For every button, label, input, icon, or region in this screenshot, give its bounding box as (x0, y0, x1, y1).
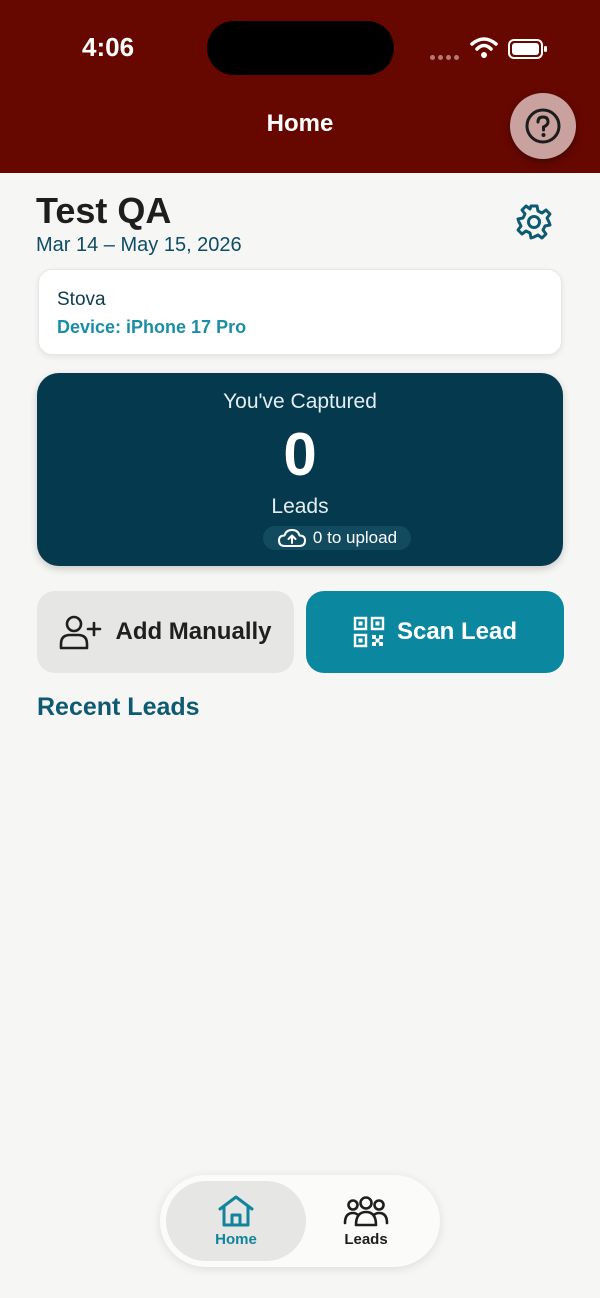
tab-leads-label: Leads (344, 1230, 388, 1248)
qr-code-icon (353, 616, 385, 648)
tab-bar: Home Leads (160, 1175, 440, 1267)
recent-leads-heading: Recent Leads (37, 693, 200, 721)
captured-count: 0 (283, 421, 317, 488)
captured-summary-card: You've Captured 0 Leads 0 to upload (37, 373, 563, 566)
scan-lead-button[interactable]: Scan Lead (306, 591, 564, 673)
help-button[interactable] (510, 93, 576, 159)
gear-icon (516, 204, 552, 240)
scan-lead-label: Scan Lead (396, 618, 518, 645)
event-title: Test QA (36, 190, 172, 231)
question-circle-icon (525, 108, 561, 144)
upload-status-badge[interactable]: 0 to upload (263, 526, 411, 550)
tab-leads[interactable]: Leads (296, 1181, 436, 1261)
event-dates: Mar 14 – May 15, 2026 (36, 234, 242, 256)
add-user-icon (60, 615, 102, 650)
captured-label: You've Captured (223, 390, 377, 413)
captured-unit: Leads (271, 495, 329, 518)
upload-count: 0 to upload (312, 528, 398, 547)
wifi-icon (470, 37, 498, 58)
status-time: 4:06 (82, 32, 135, 62)
status-icons (430, 36, 550, 62)
add-manually-button[interactable]: Add Manually (37, 591, 294, 673)
battery-icon (508, 39, 547, 59)
settings-button[interactable] (514, 202, 554, 242)
device-label: Device: iPhone 17 Pro (57, 317, 247, 337)
cellular-icon (430, 47, 462, 65)
org-card: Stova Device: iPhone 17 Pro (38, 269, 562, 355)
home-icon (218, 1195, 254, 1226)
app-header: 4:06 Home (0, 0, 600, 173)
tab-home[interactable]: Home (166, 1181, 306, 1261)
users-group-icon (343, 1195, 389, 1226)
dynamic-island (207, 21, 394, 75)
add-manually-label: Add Manually (115, 618, 272, 645)
cloud-upload-icon (277, 529, 306, 547)
tab-home-label: Home (215, 1230, 257, 1248)
org-name: Stova (57, 289, 106, 310)
